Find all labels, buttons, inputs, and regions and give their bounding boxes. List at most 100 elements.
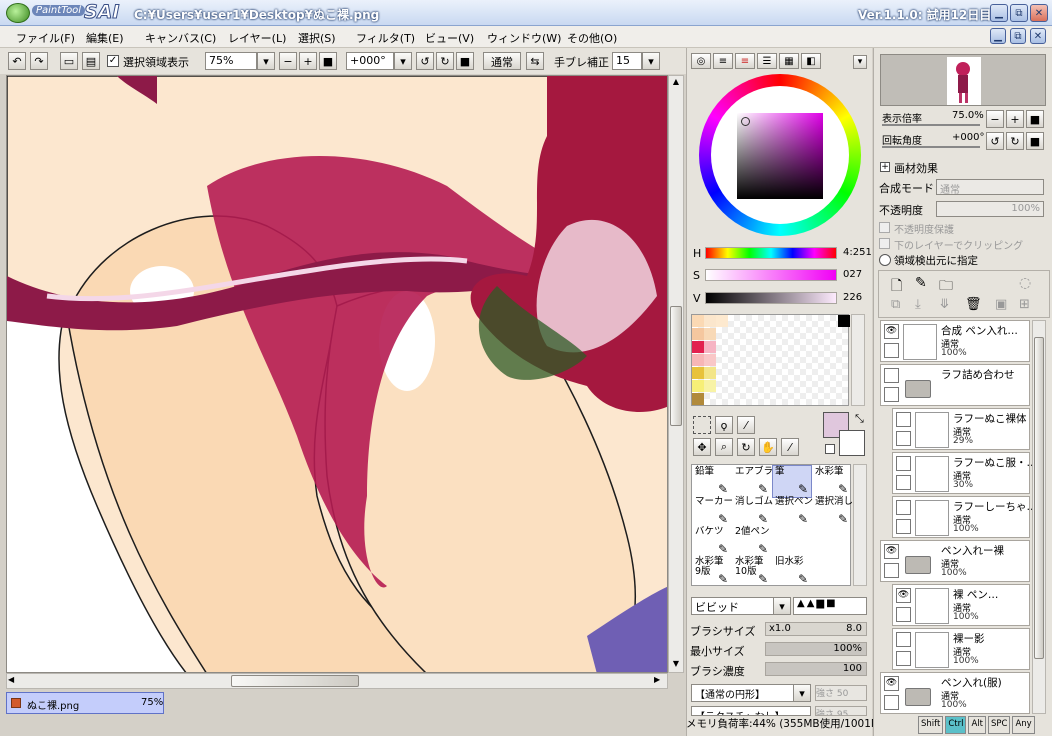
saturation-slider[interactable] <box>705 269 837 281</box>
visibility-eye-icon[interactable] <box>896 412 911 427</box>
hue-slider[interactable] <box>705 247 837 259</box>
clear-layer-icon[interactable]: ▣ <box>995 297 1007 312</box>
layer-row[interactable]: ラフーぬこ服・… 通常 30% <box>892 452 1032 494</box>
min-size-slider[interactable]: 100% <box>765 642 867 656</box>
lasso-icon[interactable]: ϙ <box>715 416 733 434</box>
canvas-vscroll-thumb[interactable] <box>670 306 682 426</box>
tool-cell[interactable]: 選択消し ✎ <box>812 495 853 528</box>
doc-minimize-button[interactable]: ▁ <box>990 28 1006 44</box>
tool-cell[interactable]: 水彩筆 10版 ✎ <box>732 555 772 588</box>
layer-lock-checkbox[interactable] <box>884 563 899 578</box>
tool-cell[interactable]: マーカー ✎ <box>692 495 733 528</box>
tool-cell[interactable] <box>812 555 852 588</box>
move-icon[interactable]: ✥ <box>693 438 711 456</box>
selection-source-radio[interactable] <box>879 254 891 266</box>
minimize-button[interactable]: ▁ <box>990 4 1008 22</box>
background-color-swatch[interactable] <box>839 430 865 456</box>
blend-mode-button[interactable]: 通常 <box>483 52 521 70</box>
delete-layer-icon[interactable]: 🗑 <box>965 297 982 312</box>
reset-colors-icon[interactable] <box>825 444 835 454</box>
layer-list-scrollbar[interactable] <box>1032 320 1046 714</box>
clipping-checkbox[interactable] <box>879 238 890 249</box>
swatch-scrollbar[interactable] <box>851 314 865 406</box>
layer-lock-checkbox[interactable] <box>896 431 911 446</box>
panel-menu-icon[interactable]: ▾ <box>853 55 867 69</box>
document-tab[interactable]: ぬこ裸.png 75% <box>6 692 164 714</box>
layer-blend-select[interactable]: 通常 <box>936 179 1044 196</box>
layer-lock-checkbox[interactable] <box>896 651 911 666</box>
rotate-right-button[interactable]: ↻ <box>436 52 454 70</box>
menu-window[interactable]: ウィンドウ(W) <box>487 30 561 46</box>
hsv-slider-tab-icon[interactable]: ≡ <box>735 53 755 69</box>
new-linework-layer-icon[interactable]: ✎ <box>915 275 927 291</box>
nav-zoom-in-button[interactable]: + <box>1006 110 1024 128</box>
doc-restore-button[interactable]: ⧉ <box>1010 28 1026 44</box>
value-slider[interactable] <box>705 292 837 304</box>
layer-lock-checkbox[interactable] <box>884 343 899 358</box>
tool-cell[interactable]: 消しゴム ✎ <box>732 495 773 528</box>
maximize-button[interactable]: ⧉ <box>1010 4 1028 22</box>
color-wheel-tab-icon[interactable]: ◎ <box>691 53 711 69</box>
layer-lock-checkbox[interactable] <box>896 475 911 490</box>
canvas-hscroll-thumb[interactable] <box>231 675 359 687</box>
visibility-eye-icon[interactable]: 👁 <box>896 588 911 603</box>
brush-tip-shapes[interactable]: ▲▲▆■ <box>793 597 867 615</box>
rect-select-icon[interactable] <box>693 416 711 434</box>
menu-filter[interactable]: フィルタ(T) <box>356 30 415 46</box>
scroll-down-icon[interactable]: ▼ <box>670 659 682 671</box>
tool-cell[interactable] <box>812 525 852 558</box>
close-button[interactable]: ✕ <box>1030 4 1048 22</box>
layer-row[interactable]: 👁 ペン入れー裸 通常 100% <box>880 540 1030 582</box>
tool-cell[interactable] <box>772 525 812 558</box>
tool-cell[interactable]: エアブラシ ✎ <box>732 465 782 498</box>
swap-colors-icon[interactable]: ⤡ <box>855 412 864 426</box>
layer-lock-checkbox[interactable] <box>896 607 911 622</box>
visibility-eye-icon[interactable]: 👁 <box>884 324 899 339</box>
layer-row[interactable]: ラフーしーちゃ… 通常 100% <box>892 496 1032 538</box>
menu-view[interactable]: ビュー(V) <box>425 30 474 46</box>
brush-density-slider[interactable]: 100 <box>765 662 867 676</box>
swatch-grid[interactable] <box>691 314 850 406</box>
visibility-eye-icon[interactable] <box>896 500 911 515</box>
scratchpad-tab-icon[interactable]: ◧ <box>801 53 821 69</box>
layer-opacity-slider[interactable]: 100% <box>936 201 1044 217</box>
magic-wand-icon[interactable]: ⁄ <box>737 416 755 434</box>
tool-cell[interactable]: バケツ ✎ <box>692 525 732 558</box>
menu-file[interactable]: ファイル(F) <box>16 30 75 46</box>
visibility-eye-icon[interactable]: 👁 <box>884 676 899 691</box>
shape-strength[interactable]: 強さ 50 <box>815 685 867 701</box>
canvas-horizontal-scrollbar[interactable]: ◀ ▶ <box>6 673 668 689</box>
material-expand-icon[interactable]: + <box>880 162 890 172</box>
tool-cell[interactable]: 水彩筆 9版 ✎ <box>692 555 732 588</box>
stabilizer-select[interactable]: 15 <box>612 52 642 70</box>
layer-lock-checkbox[interactable] <box>884 387 899 402</box>
tool-cell[interactable]: 筆 ✎ <box>772 465 812 498</box>
nav-angle-slider[interactable] <box>882 146 980 148</box>
layer-row[interactable]: 👁 裸 ペン… 通常 100% <box>892 584 1030 626</box>
zoom-in-button[interactable]: + <box>299 52 317 70</box>
menu-edit[interactable]: 編集(E) <box>86 30 124 46</box>
layer-row[interactable]: ラフ詰め合わせ <box>880 364 1030 406</box>
brush-preset-select[interactable]: ビビッド <box>691 597 775 615</box>
swatch-tab-icon[interactable]: ▦ <box>779 53 799 69</box>
new-layer-icon[interactable]: 🗋 <box>891 275 902 299</box>
redo-button[interactable]: ↷ <box>30 52 48 70</box>
zoom-tool-icon[interactable]: ⌕ <box>715 438 733 456</box>
layer-row[interactable]: 👁 ペン入れ(服) 通常 100% <box>880 672 1030 714</box>
nav-zoom-reset-button[interactable]: ■ <box>1026 110 1044 128</box>
visibility-eye-icon[interactable]: 👁 <box>884 544 899 559</box>
flip-button[interactable]: ⇆ <box>526 52 544 70</box>
new-folder-icon[interactable]: 🗀 <box>939 275 953 299</box>
layer-mask-icon[interactable]: ◌ <box>1019 275 1031 291</box>
layer-scroll-thumb[interactable] <box>1034 337 1044 659</box>
tool-list-scrollbar[interactable] <box>853 464 867 586</box>
doc-close-button[interactable]: ✕ <box>1030 28 1046 44</box>
layer-lock-checkbox[interactable] <box>896 519 911 534</box>
tool-cell[interactable]: 水彩筆 ✎ <box>812 465 852 498</box>
navigator-preview[interactable] <box>880 54 1046 106</box>
rotate-left-button[interactable]: ↺ <box>416 52 434 70</box>
stabilizer-dropdown-icon[interactable]: ▾ <box>642 52 660 70</box>
zoom-select[interactable]: 75% <box>205 52 257 70</box>
selection-display-checkbox[interactable]: ✓ <box>107 55 119 67</box>
color-mixer-tab-icon[interactable]: ☰ <box>757 53 777 69</box>
